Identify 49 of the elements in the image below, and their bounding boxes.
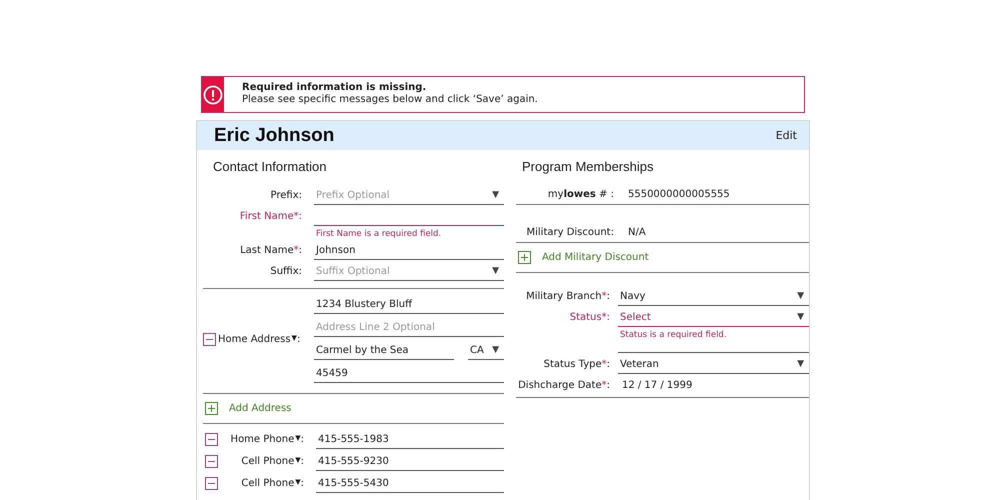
caret-icon: ▼ — [797, 359, 809, 369]
caret-icon: ▼ — [797, 312, 809, 322]
alert-message: Please see specific messages below and click ‘Save’ again. — [242, 94, 538, 106]
exclamation-icon — [203, 84, 223, 104]
add-discount-link[interactable]: Add Military Discount — [542, 252, 649, 263]
caret-icon: ▼ — [492, 190, 504, 200]
member-number: 5550000000005555 — [628, 189, 730, 200]
field-label: Status Type*: — [542, 358, 610, 372]
minus-icon[interactable] — [203, 332, 216, 346]
section-title: Contact Information — [212, 158, 328, 176]
minus-icon[interactable] — [205, 455, 218, 468]
field-label: Status*: — [568, 311, 610, 325]
date-value: 12 / 17 / 1999 — [620, 379, 694, 391]
input-field[interactable]: Prefix Optional ▼ — [314, 186, 504, 205]
state-select[interactable]: CA ▼ — [468, 341, 504, 360]
input-field[interactable]: 415-555-5430 — [316, 474, 504, 493]
alert-title: Required information is missing. — [242, 82, 428, 94]
field-label: First Name*: — [238, 210, 302, 224]
field-label: Military Discount: — [525, 227, 614, 238]
section-title: Program Memberships — [520, 158, 654, 176]
discount-value: N/A — [628, 227, 646, 238]
minus-icon[interactable] — [205, 477, 218, 490]
field-label: Prefix: — [270, 189, 302, 203]
input-field[interactable]: Johnson — [314, 241, 504, 260]
caret-icon: ▼ — [492, 345, 504, 355]
error-message: Status is a required field. — [618, 327, 809, 353]
field-label: Dishcharge Date*: — [517, 379, 610, 391]
minus-icon[interactable] — [205, 433, 218, 446]
select-field[interactable]: Veteran ▼ — [618, 355, 809, 374]
edit-link[interactable]: Edit — [776, 129, 797, 142]
select-field[interactable]: Navy ▼ — [618, 287, 809, 306]
input-field[interactable]: 1234 Blustery Bluff — [314, 295, 504, 314]
input-field[interactable]: 415-555-9230 — [316, 452, 504, 471]
add-address-link[interactable]: Add Address — [229, 403, 292, 414]
input-field[interactable]: Suffix Optional ▼ — [314, 262, 504, 281]
caret-icon: ▼ — [492, 266, 504, 276]
customer-name: Eric Johnson — [214, 124, 334, 146]
field-label: Military Branch*: — [525, 290, 610, 304]
field-label: mylowes # : — [546, 189, 614, 200]
field-label: Last Name*: — [239, 244, 302, 258]
select-field[interactable]: Select ▼ — [618, 308, 809, 327]
input-field[interactable]: Carmel by the Sea — [314, 341, 454, 360]
plus-icon[interactable] — [205, 402, 218, 415]
input-field[interactable]: 415-555-1983 — [316, 430, 504, 449]
caret-icon: ▼ — [797, 291, 809, 301]
plus-icon[interactable] — [518, 251, 531, 264]
input-field[interactable]: 45459 — [314, 364, 504, 383]
error-message: First Name is a required field. — [315, 228, 442, 239]
field-label: Suffix: — [269, 265, 302, 279]
